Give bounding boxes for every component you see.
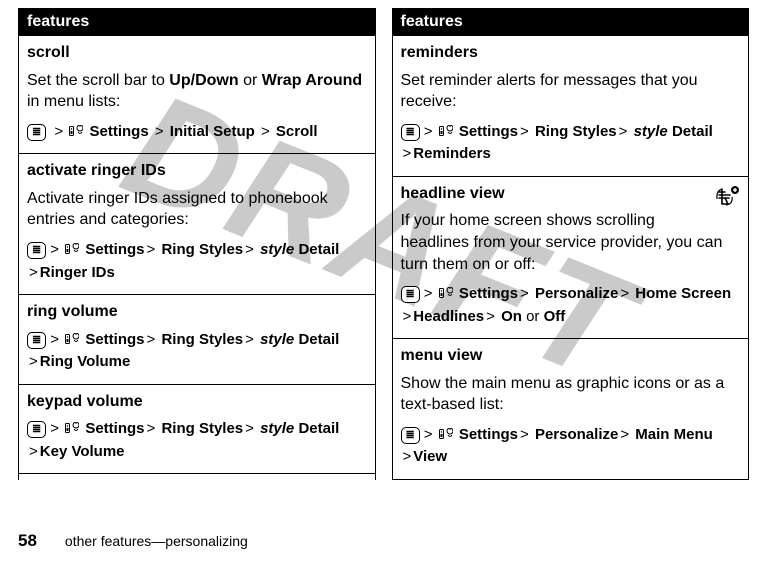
feature-title: menu view — [401, 345, 741, 367]
settings-icon — [69, 125, 83, 137]
menu-key-icon — [27, 242, 46, 259]
page-body: features scroll Set the scroll bar to Up… — [0, 0, 759, 480]
feature-title: headline view — [401, 183, 741, 205]
nav-sequence: > Settings> Ring Styles> style Detail >R… — [27, 329, 367, 374]
feature-title: reminders — [401, 42, 741, 64]
menu-key-icon — [401, 286, 420, 303]
nav-sequence: > Settings> Ring Styles> style Detail >R… — [27, 239, 367, 284]
feature-activate-ringer-ids: activate ringer IDs Activate ringer IDs … — [19, 154, 375, 295]
feature-title: keypad volume — [27, 391, 367, 413]
feature-description: Set reminder alerts for messages that yo… — [401, 70, 741, 113]
feature-menu-view: menu view Show the main menu as graphic … — [393, 339, 749, 480]
optional-feature-icon — [714, 185, 740, 211]
column-header: features — [393, 9, 749, 36]
menu-key-icon — [27, 124, 46, 141]
column-header: features — [19, 9, 375, 36]
menu-key-icon — [401, 124, 420, 141]
settings-icon — [439, 125, 453, 137]
feature-description: Activate ringer IDs assigned to phoneboo… — [27, 188, 367, 231]
footer-text: other features—personalizing — [65, 533, 248, 549]
settings-icon — [439, 287, 453, 299]
menu-key-icon — [401, 427, 420, 444]
nav-sequence: > Settings > Initial Setup > Scroll — [27, 121, 367, 144]
feature-description: Set the scroll bar to Up/Down or Wrap Ar… — [27, 70, 367, 113]
feature-description: Show the main menu as graphic icons or a… — [401, 373, 741, 416]
feature-title: activate ringer IDs — [27, 160, 367, 182]
nav-sequence: > Settings> Personalize> Home Screen >He… — [401, 283, 741, 328]
nav-sequence: > Settings> Ring Styles> style Detail >K… — [27, 418, 367, 463]
page-number: 58 — [18, 531, 37, 551]
nav-sequence: > Settings> Personalize> Main Menu >View — [401, 424, 741, 469]
page-footer: 58 other features—personalizing — [18, 531, 248, 551]
feature-headline-view: headline view If your home screen shows … — [393, 177, 749, 339]
nav-sequence: > Settings> Ring Styles> style Detail >R… — [401, 121, 741, 166]
menu-key-icon — [27, 421, 46, 438]
feature-keypad-volume: keypad volume > Settings> Ring Styles> s… — [19, 385, 375, 475]
settings-icon — [65, 243, 79, 255]
settings-icon — [65, 333, 79, 345]
menu-key-icon — [27, 332, 46, 349]
features-column-right: features reminders Set reminder alerts f… — [392, 8, 750, 480]
feature-title: scroll — [27, 42, 367, 64]
feature-title: ring volume — [27, 301, 367, 323]
feature-description: If your home screen shows scrolling head… — [401, 210, 741, 275]
feature-reminders: reminders Set reminder alerts for messag… — [393, 36, 749, 177]
settings-icon — [65, 422, 79, 434]
feature-scroll: scroll Set the scroll bar to Up/Down or … — [19, 36, 375, 154]
settings-icon — [439, 428, 453, 440]
features-column-left: features scroll Set the scroll bar to Up… — [18, 8, 376, 480]
feature-ring-volume: ring volume > Settings> Ring Styles> sty… — [19, 295, 375, 385]
